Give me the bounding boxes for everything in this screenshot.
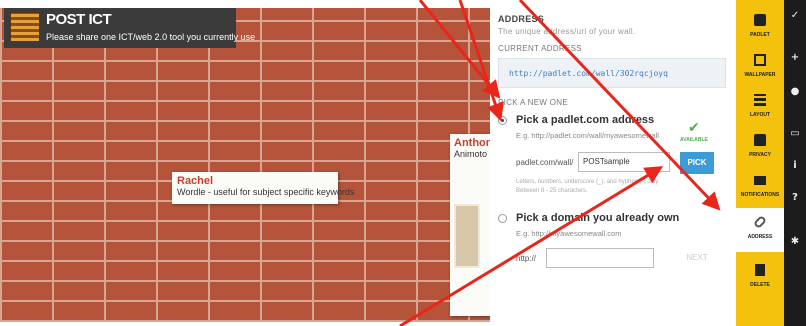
chevron-icon[interactable]: ✓ [789, 10, 801, 22]
sidebar-item-notifications[interactable]: NOTIFICATIONS [736, 166, 784, 208]
share-icon[interactable]: ▭ [789, 128, 801, 140]
domain-prefix-label: http:// [516, 254, 537, 263]
post-body: Wordle - useful for subject specific key… [177, 187, 355, 197]
sidebar-item-privacy[interactable]: PRIVACY [736, 126, 784, 168]
info-icon[interactable]: i [789, 160, 801, 172]
padlet-prefix-label: padlet.com/wall/ [516, 158, 574, 167]
panel-heading: ADDRESS [498, 14, 545, 24]
wall-thumbnail [10, 12, 40, 42]
settings-sidebar: PADLET WALLPAPER LAYOUT PRIVACY NOTIFICA… [736, 0, 784, 326]
available-check-icon: ✔ [688, 120, 700, 136]
option-padlet-title: Pick a padlet.com address [516, 114, 655, 126]
wall-canvas [0, 8, 490, 322]
padlet-address-input[interactable]: POSTsample [578, 152, 670, 172]
plus-icon[interactable]: + [789, 52, 801, 64]
available-status: AVAILABLE [680, 137, 708, 143]
padlet-help-text: Between 8 - 25 characters. [516, 188, 588, 194]
post-body: Animoto [454, 149, 488, 159]
option-domain-example: E.g. http://myawesomewall.com [516, 229, 622, 238]
sidebar-item-delete[interactable]: DELETE [736, 256, 784, 298]
sidebar-item-layout[interactable]: LAYOUT [736, 86, 784, 128]
wall-title: POST ICT [46, 11, 112, 28]
panel-subheading: The unique address/url of your wall. [498, 27, 636, 36]
layout-icon [754, 94, 766, 106]
padlet-icon [754, 14, 766, 26]
post-card[interactable]: Anthony Animoto [450, 134, 499, 316]
current-address-label: CURRENT ADDRESS [498, 44, 582, 53]
padlet-help-text: Letters, numbers, underscore (_), and hy… [516, 179, 660, 185]
wall-description: Please share one ICT/web 2.0 tool you cu… [46, 32, 256, 42]
screenshot: { "wall": { "title": "POST ICT", "descri… [0, 0, 806, 326]
link-icon [752, 214, 768, 230]
current-address-box[interactable]: http://padlet.com/wall/302rqcjoyq [498, 58, 726, 88]
sidebar-item-label: PRIVACY [749, 152, 771, 158]
sidebar-item-label: PADLET [750, 32, 770, 38]
post-card[interactable]: Rachel Wordle - useful for subject speci… [172, 172, 355, 204]
post-author: Anthony [454, 137, 499, 149]
pick-new-label: PICK A NEW ONE [498, 98, 568, 107]
post-author: Rachel [177, 175, 214, 187]
sidebar-item-label: DELETE [750, 282, 770, 288]
domain-input[interactable] [546, 248, 654, 268]
gear-icon[interactable]: ✱ [789, 236, 801, 248]
sidebar-item-label: WALLPAPER [744, 72, 776, 78]
wallpaper-icon [754, 54, 766, 66]
pick-button[interactable]: PICK [680, 152, 714, 174]
sidebar-item-padlet[interactable]: PADLET [736, 6, 784, 48]
option-domain-title: Pick a domain you already own [516, 212, 680, 224]
address-settings-panel: ADDRESS The unique address/url of your w… [490, 0, 736, 326]
envelope-icon [754, 176, 766, 185]
lock-icon [754, 134, 766, 146]
option-padlet-example: E.g. http://padlet.com/wall/myawesomewal… [516, 131, 659, 140]
current-address-url: http://padlet.com/wall/302rqcjoyq [509, 69, 668, 78]
sidebar-item-wallpaper[interactable]: WALLPAPER [736, 46, 784, 88]
sidebar-item-label: NOTIFICATIONS [740, 192, 780, 198]
user-icon[interactable]: ● [789, 86, 801, 98]
wall-toolbar: ✓ + ● ▭ i ? ✱ [784, 0, 806, 326]
sidebar-item-label: LAYOUT [749, 112, 771, 118]
sidebar-item-label: ADDRESS [747, 234, 773, 240]
sidebar-item-address[interactable]: ADDRESS [736, 208, 784, 252]
option-padlet-radio[interactable] [498, 116, 507, 125]
trash-icon [755, 264, 765, 276]
help-icon[interactable]: ? [789, 192, 801, 204]
post-image [454, 204, 480, 268]
next-button[interactable]: NEXT [680, 248, 714, 268]
option-domain-radio[interactable] [498, 214, 507, 223]
wall-header: POST ICT Please share one ICT/web 2.0 to… [4, 8, 255, 48]
